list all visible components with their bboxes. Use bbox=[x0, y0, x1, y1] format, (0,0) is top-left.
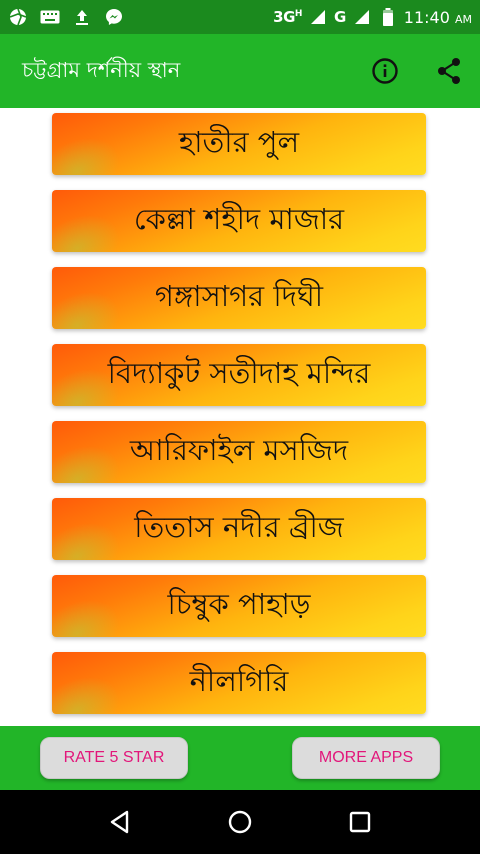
status-notifications bbox=[8, 7, 124, 27]
recents-icon[interactable] bbox=[340, 802, 380, 842]
clock: 11:40 AM bbox=[403, 7, 472, 27]
list-item-label: চিম্বুক পাহাড় bbox=[167, 586, 311, 621]
list-item-label: হাতীর পুল bbox=[178, 124, 300, 159]
upload-icon bbox=[72, 7, 92, 27]
list-item-7[interactable]: চিম্বুক পাহাড় bbox=[52, 575, 426, 637]
list-item-label: গঙ্গাসাগর দিঘী bbox=[154, 278, 324, 313]
list-item-8[interactable]: নীলগিরি bbox=[52, 652, 426, 714]
list-item-label: নীলগিরি bbox=[189, 663, 289, 698]
status-system: 3GH G 11:40 AM bbox=[273, 7, 472, 27]
status-bar: 3GH G 11:40 AM bbox=[0, 0, 480, 34]
app-title: চট্টগ্রাম দর্শনীয় স্থান bbox=[22, 57, 181, 82]
list-item-6[interactable]: তিতাস নদীর ব্রীজ bbox=[52, 498, 426, 560]
signal-icon bbox=[308, 7, 328, 27]
app-actions bbox=[370, 56, 464, 86]
more-apps-button[interactable]: MORE APPS bbox=[292, 737, 440, 779]
list-item-2[interactable]: কেল্লা শহীদ মাজার bbox=[52, 190, 426, 252]
list-item-5[interactable]: আরিফাইল মসজিদ bbox=[52, 421, 426, 483]
network-type-2: G bbox=[333, 8, 346, 26]
list-item-1[interactable]: হাতীর পুল bbox=[52, 113, 426, 175]
list-item-label: তিতাস নদীর ব্রীজ bbox=[134, 509, 344, 544]
list-item-label: বিদ্যাকুট সতীদাহ মন্দির bbox=[107, 355, 371, 390]
keyboard-icon bbox=[40, 7, 60, 27]
list-item-4[interactable]: বিদ্যাকুট সতীদাহ মন্দির bbox=[52, 344, 426, 406]
list-item-label: কেল্লা শহীদ মাজার bbox=[133, 201, 345, 236]
bottom-bar: RATE 5 STAR MORE APPS bbox=[0, 726, 480, 790]
messenger-icon bbox=[104, 7, 124, 27]
shutter-icon bbox=[8, 7, 28, 27]
network-type: 3GH bbox=[273, 8, 302, 26]
list-item-3[interactable]: গঙ্গাসাগর দিঘী bbox=[52, 267, 426, 329]
back-icon[interactable] bbox=[100, 802, 140, 842]
app-bar: চট্টগ্রাম দর্শনীয় স্থান bbox=[0, 34, 480, 108]
info-icon[interactable] bbox=[370, 56, 400, 86]
home-icon[interactable] bbox=[220, 802, 260, 842]
rate-button[interactable]: RATE 5 STAR bbox=[40, 737, 188, 779]
places-list: হাতীর পুল কেল্লা শহীদ মাজার গঙ্গাসাগর দি… bbox=[0, 108, 480, 726]
list-item-label: আরিফাইল মসজিদ bbox=[129, 432, 349, 467]
signal-icon-2 bbox=[352, 7, 372, 27]
share-icon[interactable] bbox=[434, 56, 464, 86]
battery-icon bbox=[378, 7, 398, 27]
navigation-bar bbox=[0, 790, 480, 854]
